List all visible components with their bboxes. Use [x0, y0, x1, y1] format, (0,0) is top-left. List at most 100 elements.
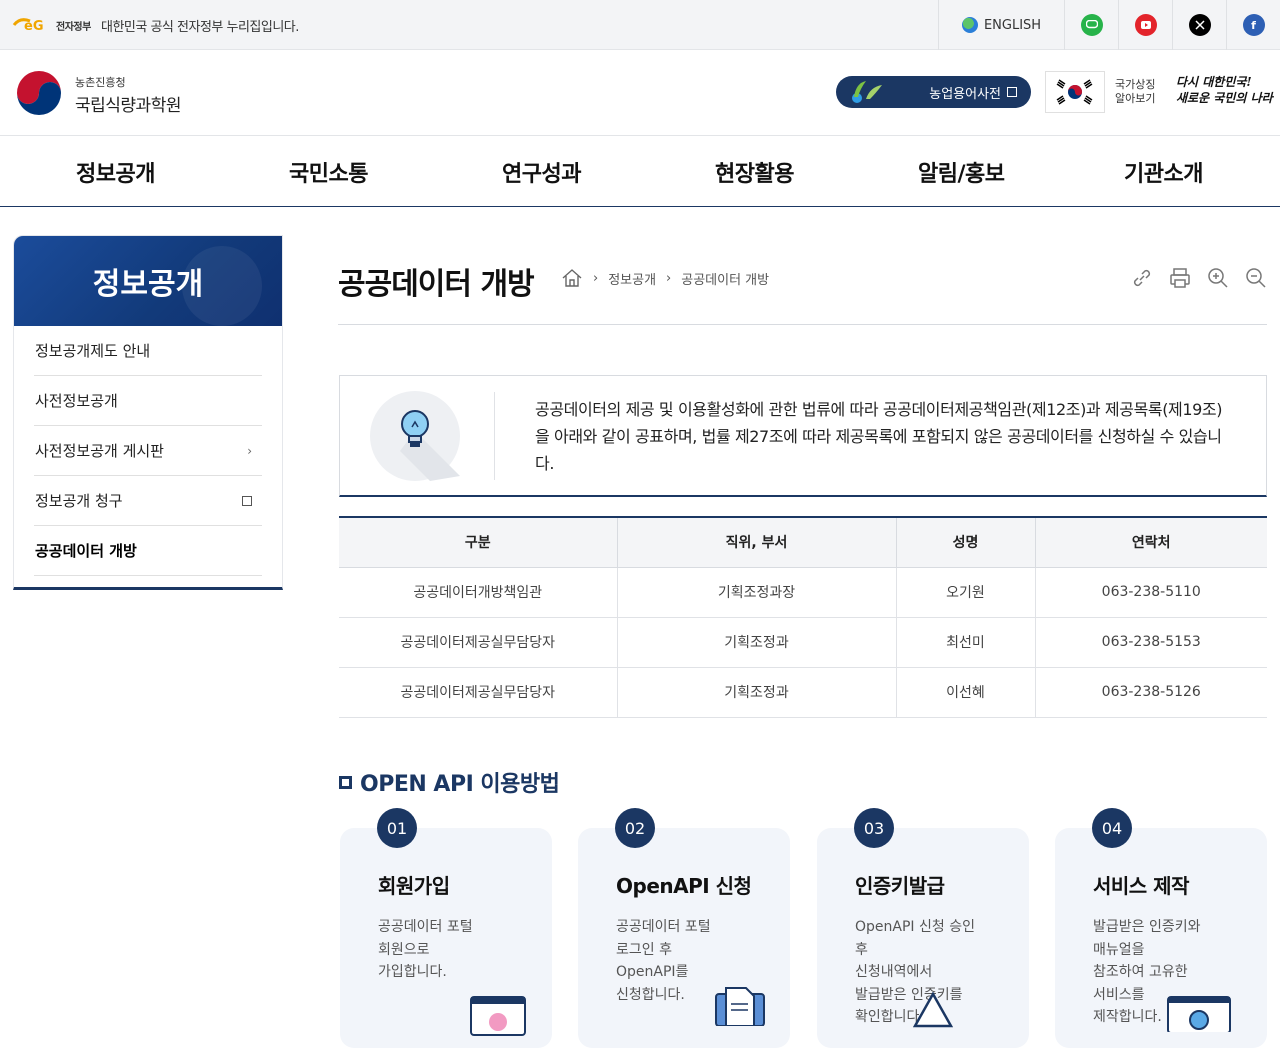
sidebar-item-pre-disclosure-board[interactable]: 사전정보공개 게시판 ›: [34, 426, 262, 476]
browser-user-icon: [470, 996, 526, 1036]
slogan-line2: 새로운 국민의 나라: [1176, 91, 1273, 105]
table-cell: 공공데이터제공실무담당자: [339, 617, 617, 668]
svg-text:eG: eG: [24, 19, 44, 34]
warning-key-icon: [913, 992, 953, 1028]
step-card: 03 인증키발급 OpenAPI 신청 승인 후 신청내역에서 발급받은 인증키…: [817, 808, 1029, 1048]
step-title: OpenAPI 신청: [616, 874, 752, 898]
sidebar-item-label: 정보공개 청구: [35, 492, 123, 510]
sidebar-item-public-data[interactable]: 공공데이터 개방: [34, 526, 262, 576]
main-navigation: 정보공개 국민소통 연구성과 현장활용 알림/홍보 기관소개: [0, 136, 1280, 207]
sidebar-item-system-guide[interactable]: 정보공개제도 안내: [34, 326, 262, 376]
document-icon: [715, 987, 765, 1026]
square-bullet-icon: [339, 775, 352, 789]
x-icon: [1188, 14, 1211, 36]
officer-table: 구분 직위, 부서 성명 연락처 공공데이터개방책임관 기획조정과장 오기원 0…: [339, 516, 1267, 718]
page-title: 공공데이터 개방: [338, 267, 535, 302]
sidebar-item-label: 정보공개제도 안내: [35, 342, 151, 360]
blog-link[interactable]: [1064, 0, 1118, 50]
gnb-news[interactable]: 알림/홍보: [918, 156, 1005, 188]
agri-dictionary-button[interactable]: 농업용어사전: [836, 76, 1031, 108]
national-symbol-link[interactable]: 국가상징 알아보기: [1115, 78, 1155, 106]
step-card: 02 OpenAPI 신청 공공데이터 포털 로그인 후 OpenAPI를 신청…: [578, 808, 790, 1048]
step-desc-line: 매뉴얼을: [1093, 941, 1145, 958]
chevron-right-icon: ›: [247, 443, 252, 458]
org-name[interactable]: 국립식량과학원: [75, 91, 181, 116]
step-desc-line: 후: [855, 941, 868, 958]
step-desc-line: 가입합니다.: [378, 964, 447, 980]
table-cell: 063-238-5126: [1034, 667, 1267, 718]
print-icon[interactable]: [1168, 266, 1192, 290]
x-link[interactable]: [1172, 0, 1226, 50]
info-notice-box: 공공데이터의 제공 및 이용활성화에 관한 법류에 따라 공공데이터제공책임관(…: [339, 375, 1267, 497]
zoom-in-icon[interactable]: [1206, 266, 1230, 290]
table-row: 공공데이터제공실무담당자 기획조정과 이선혜 063-238-5126: [339, 667, 1267, 718]
sidebar-header: 정보공개: [14, 236, 282, 326]
section-title: OPEN API 이용방법: [360, 772, 560, 797]
breadcrumb-item[interactable]: 공공데이터 개방: [681, 269, 769, 288]
step-desc-line: OpenAPI를: [616, 964, 689, 980]
youtube-link[interactable]: [1118, 0, 1172, 50]
sidebar-item-pre-disclosure[interactable]: 사전정보공개: [34, 376, 262, 426]
step-desc-line: OpenAPI 신청 승인: [855, 919, 975, 935]
step-card: 04 서비스 제작 발급받은 인증키와 매뉴얼을 참조하여 고유한 서비스를 제…: [1055, 808, 1267, 1048]
gnb-about[interactable]: 기관소개: [1124, 156, 1203, 188]
column-header: 직위, 부서: [616, 517, 896, 568]
api-steps: 01 회원가입 공공데이터 포털 회원으로 가입합니다. 02 OpenAPI …: [340, 808, 1268, 1048]
breadcrumb-separator: ›: [666, 270, 672, 286]
sidebar-item-label: 사전정보공개: [35, 392, 118, 410]
section-heading: OPEN API 이용방법: [339, 766, 560, 798]
table-header-row: 구분 직위, 부서 성명 연락처: [339, 517, 1267, 568]
column-header: 연락처: [1034, 517, 1267, 568]
table-cell: 기획조정과장: [616, 567, 896, 618]
lightbulb-icon: [370, 391, 460, 481]
table-row: 공공데이터개방책임관 기획조정과장 오기원 063-238-5110: [339, 567, 1267, 618]
org-parent-label: 농촌진흥청: [75, 76, 126, 89]
home-icon[interactable]: [561, 268, 583, 288]
english-label: ENGLISH: [983, 17, 1042, 33]
slogan-logo: 다시 대한민국! 새로운 국민의 나라: [1176, 74, 1273, 106]
national-symbol-line2: 알아보기: [1115, 92, 1156, 105]
step-number: 03: [854, 808, 894, 848]
step-description: 공공데이터 포털 회원으로 가입합니다.: [378, 916, 508, 984]
gnb-info-disclosure[interactable]: 정보공개: [76, 156, 155, 188]
gov-banner: eG 전자정부 대한민국 공식 전자정부 누리집입니다. ENGLISH f: [0, 0, 1280, 50]
column-header: 성명: [895, 517, 1035, 568]
site-header: 농촌진흥청 국립식량과학원 농업용어사전 국가상징 알아보기 다시 대한민국!: [0, 50, 1280, 136]
egov-logo-icon: eG: [12, 18, 44, 34]
link-icon[interactable]: [1130, 266, 1154, 290]
sidebar-item-label: 공공데이터 개방: [35, 542, 137, 560]
step-desc-line: 참조하여 고유한: [1093, 964, 1188, 980]
monitor-gear-icon: [1167, 996, 1231, 1032]
breadcrumb-item[interactable]: 정보공개: [608, 269, 656, 288]
facebook-link[interactable]: f: [1226, 0, 1280, 50]
taegukgi-flag-icon[interactable]: [1045, 71, 1105, 113]
breadcrumb-separator: ›: [593, 270, 599, 286]
government-emblem-icon[interactable]: [14, 68, 64, 118]
new-window-icon: [1007, 87, 1017, 97]
gnb-research[interactable]: 연구성과: [502, 156, 581, 188]
facebook-icon: f: [1242, 14, 1265, 36]
sidebar-item-disclosure-request[interactable]: 정보공개 청구: [34, 476, 262, 526]
sidebar-item-label: 사전정보공개 게시판: [35, 442, 164, 460]
page-tools: [1130, 266, 1268, 290]
step-desc-line: 공공데이터 포털: [616, 919, 711, 935]
step-desc-line: 로그인 후: [616, 941, 672, 958]
table-cell: 063-238-5110: [1034, 567, 1267, 618]
table-cell: 오기원: [895, 567, 1035, 618]
agri-dictionary-label: 농업용어사전: [929, 86, 1001, 102]
english-link[interactable]: ENGLISH: [938, 0, 1064, 50]
table-cell: 기획조정과: [616, 617, 896, 668]
new-window-icon: [242, 495, 252, 506]
table-cell: 063-238-5153: [1034, 617, 1267, 668]
gnb-field-use[interactable]: 현장활용: [715, 156, 794, 188]
step-desc-line: 공공데이터 포털: [378, 919, 473, 935]
step-desc-line: 회원으로: [378, 941, 430, 958]
globe-icon: [961, 17, 978, 33]
youtube-icon: [1134, 14, 1157, 36]
table-cell: 공공데이터개방책임관: [339, 567, 617, 618]
step-title: 서비스 제작: [1093, 874, 1189, 898]
table-cell: 이선혜: [895, 667, 1035, 718]
egov-logo-label: 전자정부: [56, 22, 91, 33]
gnb-communication[interactable]: 국민소통: [289, 156, 368, 188]
zoom-out-icon[interactable]: [1244, 266, 1268, 290]
